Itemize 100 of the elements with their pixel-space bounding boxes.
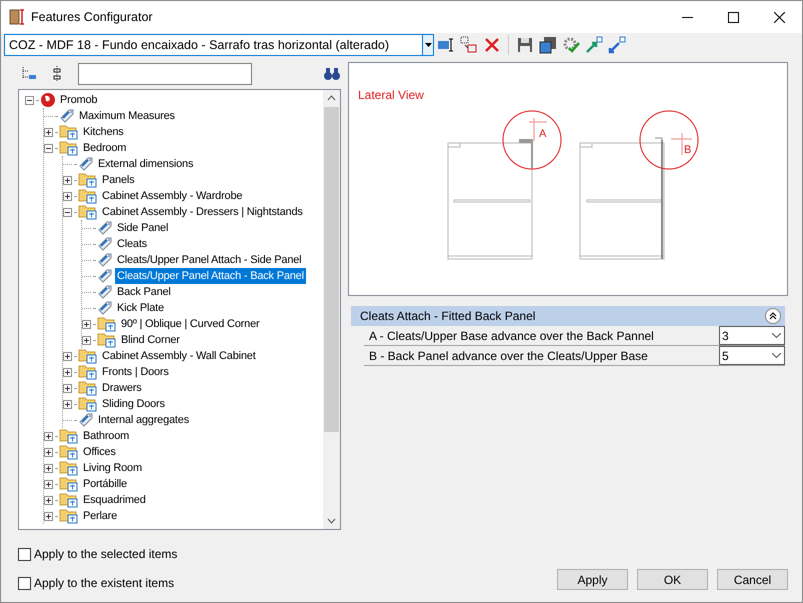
expand-toggle[interactable] [44, 496, 53, 504]
folder-icon [78, 172, 98, 188]
checkbox[interactable] [18, 576, 31, 590]
tree-item[interactable]: External dimensions [96, 156, 196, 172]
section-title: Cleats Attach - Fitted Back Panel [360, 308, 536, 325]
expand-toggle[interactable] [63, 368, 72, 376]
tree-item[interactable]: Fronts | Doors [100, 364, 171, 380]
collapse-toggle[interactable] [63, 208, 72, 216]
tree-item[interactable]: Offices [81, 444, 118, 460]
collapse-toggle[interactable] [25, 96, 34, 104]
expand-toggle[interactable] [44, 512, 53, 520]
dialog-button[interactable]: Apply [557, 569, 628, 590]
expand-toggle[interactable] [44, 432, 53, 440]
expand-toggle[interactable] [44, 480, 53, 488]
folder-icon [59, 124, 79, 140]
tree-item[interactable]: Cabinet Assembly - Wardrobe [100, 188, 244, 204]
close-icon [774, 12, 784, 22]
tag-icon [78, 156, 94, 172]
marker-label: A [539, 128, 546, 140]
expand-toggle[interactable] [44, 448, 53, 456]
tree-item[interactable]: Back Panel [115, 284, 173, 300]
ball-icon [40, 92, 56, 108]
save-as-icon[interactable] [537, 34, 559, 56]
dialog-button[interactable]: Cancel [717, 569, 788, 590]
tree-item[interactable]: Cabinet Assembly - Wall Cabinet [100, 348, 258, 364]
tag-icon [97, 252, 113, 268]
folder-icon [59, 476, 79, 492]
maximize-icon [728, 12, 738, 22]
expand-toggle[interactable] [63, 400, 72, 408]
dropdown-arrow-icon [424, 43, 432, 47]
folder-icon [78, 188, 98, 204]
tree-item[interactable]: Sliding Doors [100, 396, 167, 412]
folder-icon [59, 460, 79, 476]
tag-icon [78, 412, 94, 428]
caret-icon [772, 353, 781, 358]
tree-item[interactable]: Panels [100, 172, 136, 188]
tag-icon [97, 220, 113, 236]
tree-item[interactable]: 90º | Oblique | Curved Corner [119, 316, 262, 332]
value-dropdown[interactable]: 5 [719, 346, 785, 365]
expand-toggle[interactable] [63, 176, 72, 184]
import-icon[interactable] [606, 34, 628, 56]
preset-dropdown[interactable]: COZ - MDF 18 - Fundo encaixado - Sarrafo tras horizontal (alterado) [4, 34, 434, 56]
tag-icon [97, 268, 113, 284]
tree-item[interactable]: Promob [58, 92, 100, 108]
tree-item[interactable]: Portábille [81, 476, 129, 492]
caret-icon [772, 333, 781, 338]
expand-toggle[interactable] [82, 336, 91, 344]
checkbox-label: Apply to the selected items [34, 546, 178, 563]
preview-title: Lateral View [358, 87, 424, 104]
app-icon [9, 8, 27, 26]
folder-icon [59, 444, 79, 460]
folder-icon [78, 204, 98, 220]
tree-item[interactable]: Blind Corner [119, 332, 182, 348]
tag-icon [97, 284, 113, 300]
tag-icon [97, 236, 113, 252]
property-label: A - Cleats/Upper Base advance over the Back Pannel [368, 328, 655, 345]
tag-icon [97, 300, 113, 316]
checkbox[interactable] [18, 548, 31, 560]
collapse-toggle[interactable] [44, 144, 53, 152]
tree-item[interactable]: Drawers [100, 380, 144, 396]
marker-label: B [684, 144, 692, 156]
tree-item[interactable]: Kick Plate [115, 300, 166, 316]
tree-item[interactable]: Esquadrimed [81, 492, 148, 508]
folder-icon [59, 140, 79, 156]
tree-item[interactable]: Kitchens [81, 124, 126, 140]
search-field[interactable] [78, 63, 252, 85]
expand-toggle[interactable] [44, 464, 53, 472]
tree-item[interactable]: Side Panel [115, 220, 170, 236]
folder-icon [59, 508, 79, 524]
folder-icon [59, 428, 79, 444]
folder-icon [59, 492, 79, 508]
collapse-button[interactable] [765, 308, 781, 324]
folder-icon [78, 348, 98, 364]
tree-item[interactable]: Living Room [81, 460, 144, 476]
tree-item[interactable]: Cleats/Upper Panel Attach - Side Panel [115, 252, 304, 268]
value-dropdown[interactable]: 3 [719, 326, 785, 345]
tree-item[interactable]: Bathroom [81, 428, 132, 444]
tree-item[interactable]: Bedroom [81, 140, 128, 156]
expand-toggle[interactable] [44, 128, 53, 136]
chevron-icon [769, 312, 777, 320]
window-title: Features Configurator [31, 8, 153, 26]
scrollbar[interactable] [323, 90, 340, 529]
folder-icon [78, 396, 98, 412]
tree-item[interactable]: Internal aggregates [96, 412, 191, 428]
expand-toggle[interactable] [82, 320, 91, 328]
property-label: B - Back Panel advance over the Cleats/Upper Base [368, 348, 649, 365]
tag-icon [59, 108, 75, 124]
tree-item[interactable]: Maximum Measures [77, 108, 177, 124]
dialog-button[interactable]: OK [637, 569, 708, 590]
folder-icon [78, 380, 98, 396]
tree-item[interactable]: Cleats/Upper Panel Attach - Back Panel [115, 268, 306, 284]
tree-item[interactable]: Cleats [115, 236, 149, 252]
expand-toggle[interactable] [63, 352, 72, 360]
tree-item[interactable]: Cabinet Assembly - Dressers | Nightstands [100, 204, 305, 220]
folder-icon [97, 316, 117, 332]
tree-item[interactable]: Perlare [81, 508, 120, 524]
folder-icon [78, 364, 98, 380]
expand-toggle[interactable] [63, 384, 72, 392]
checkbox-label: Apply to the existent items [34, 575, 174, 592]
expand-toggle[interactable] [63, 192, 72, 200]
